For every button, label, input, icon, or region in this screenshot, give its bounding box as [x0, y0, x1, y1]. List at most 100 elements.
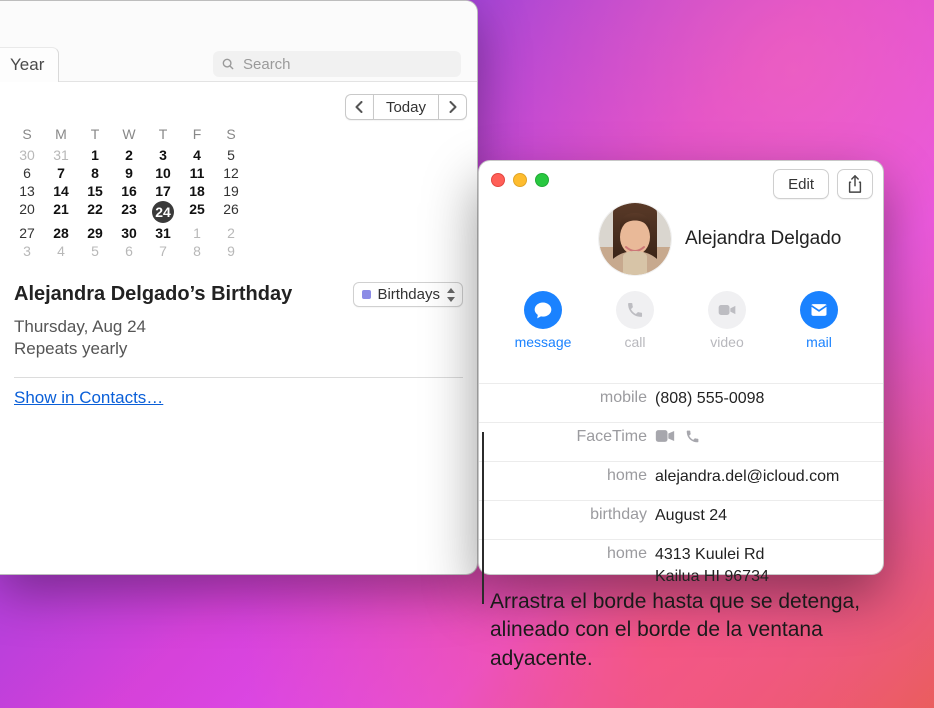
prev-month-button[interactable] — [345, 94, 373, 120]
facetime-audio-icon[interactable] — [685, 429, 700, 444]
view-tab-year[interactable]: Year — [0, 47, 59, 82]
calendar-day-cell[interactable]: 6 — [112, 242, 146, 260]
field-value: (808) 555-0098 — [655, 388, 883, 410]
calendar-day-cell[interactable]: 11 — [180, 164, 214, 182]
phone-icon — [626, 301, 644, 319]
field-label: mobile — [479, 388, 655, 407]
calendar-day-cell[interactable]: 1 — [180, 224, 214, 242]
field-mobile[interactable]: mobile (808) 555-0098 — [479, 383, 883, 422]
calendar-day-cell[interactable]: 14 — [44, 182, 78, 200]
calendar-day-cell[interactable]: 26 — [214, 200, 248, 224]
show-in-contacts-link[interactable]: Show in Contacts… — [14, 388, 163, 407]
event-details: Alejandra Delgado’s Birthday Birthdays T… — [10, 282, 467, 408]
search-icon — [221, 57, 235, 71]
share-button[interactable] — [837, 169, 873, 199]
calendar-day-cell[interactable]: 18 — [180, 182, 214, 200]
chevron-right-icon — [448, 101, 457, 113]
mini-month-grid[interactable]: SMTWTFS303112345678910111213141516171819… — [10, 124, 467, 260]
calendar-day-cell[interactable]: 19 — [214, 182, 248, 200]
event-date: Thursday, Aug 24 — [14, 317, 463, 337]
callout-leader-line — [482, 432, 484, 604]
field-label: home — [479, 544, 655, 563]
mail-icon — [809, 300, 829, 320]
calendar-day-cell[interactable]: 7 — [44, 164, 78, 182]
field-value: alejandra.del@icloud.com — [655, 466, 883, 488]
calendar-day-cell[interactable]: 8 — [180, 242, 214, 260]
calendar-day-cell[interactable]: 31 — [44, 146, 78, 164]
calendar-day-cell[interactable]: 12 — [214, 164, 248, 182]
calendar-day-cell[interactable]: 25 — [180, 200, 214, 224]
contact-details: mobile (808) 555-0098 FaceTime home alej… — [479, 383, 883, 591]
field-label: home — [479, 466, 655, 485]
calendar-day-cell[interactable]: 2 — [214, 224, 248, 242]
select-arrows-icon — [446, 288, 456, 302]
action-video[interactable]: video — [699, 291, 755, 350]
calendar-nav: Today — [10, 94, 467, 120]
field-value: 4313 Kuulei RdKailua HI 96734 — [655, 544, 883, 587]
calendar-day-cell[interactable]: 8 — [78, 164, 112, 182]
action-label: call — [624, 334, 645, 350]
calendar-day-cell[interactable]: 13 — [10, 182, 44, 200]
calendar-day-cell[interactable]: 31 — [146, 224, 180, 242]
day-of-week-header: M — [44, 124, 78, 146]
field-home-email[interactable]: home alejandra.del@icloud.com — [479, 461, 883, 500]
contact-name: Alejandra Delgado — [685, 228, 841, 250]
event-title: Alejandra Delgado’s Birthday — [14, 283, 292, 306]
day-of-week-header: S — [214, 124, 248, 146]
window-traffic-lights — [491, 173, 549, 187]
field-home-address[interactable]: home 4313 Kuulei RdKailua HI 96734 — [479, 539, 883, 591]
day-of-week-header: T — [146, 124, 180, 146]
calendar-day-cell[interactable]: 16 — [112, 182, 146, 200]
field-value: August 24 — [655, 505, 883, 527]
calendar-day-cell[interactable]: 6 — [10, 164, 44, 182]
calendar-day-cell[interactable]: 10 — [146, 164, 180, 182]
calendar-day-cell[interactable]: 20 — [10, 200, 44, 224]
calendar-day-cell[interactable]: 9 — [214, 242, 248, 260]
field-facetime[interactable]: FaceTime — [479, 422, 883, 461]
calendar-day-cell[interactable]: 5 — [78, 242, 112, 260]
action-message[interactable]: message — [515, 291, 571, 350]
calendar-day-cell[interactable]: 9 — [112, 164, 146, 182]
action-label: message — [515, 334, 572, 350]
edit-button[interactable]: Edit — [773, 169, 829, 199]
calendar-day-cell[interactable]: 24 — [146, 200, 180, 224]
field-birthday[interactable]: birthday August 24 — [479, 500, 883, 539]
close-window-button[interactable] — [491, 173, 505, 187]
day-of-week-header: F — [180, 124, 214, 146]
search-input[interactable] — [241, 55, 453, 74]
calendar-window: Year Today SMTWTFS3031123456789101112131… — [0, 0, 478, 575]
calendar-color-dot — [362, 290, 371, 299]
search-field[interactable] — [213, 51, 461, 77]
calendar-day-cell[interactable]: 2 — [112, 146, 146, 164]
calendar-day-cell[interactable]: 27 — [10, 224, 44, 242]
calendar-day-cell[interactable]: 22 — [78, 200, 112, 224]
calendar-day-cell[interactable]: 28 — [44, 224, 78, 242]
calendar-day-cell[interactable]: 21 — [44, 200, 78, 224]
message-icon — [533, 300, 553, 320]
facetime-video-icon[interactable] — [655, 429, 675, 443]
calendar-day-cell[interactable]: 1 — [78, 146, 112, 164]
divider — [14, 377, 463, 378]
action-label: mail — [806, 334, 832, 350]
minimize-window-button[interactable] — [513, 173, 527, 187]
zoom-window-button[interactable] — [535, 173, 549, 187]
calendar-day-cell[interactable]: 29 — [78, 224, 112, 242]
calendar-day-cell[interactable]: 17 — [146, 182, 180, 200]
calendar-day-cell[interactable]: 4 — [44, 242, 78, 260]
day-of-week-header: S — [10, 124, 44, 146]
calendar-day-cell[interactable]: 7 — [146, 242, 180, 260]
next-month-button[interactable] — [439, 94, 467, 120]
callout-text: Arrastra el borde hasta que se detenga, … — [490, 588, 900, 673]
calendar-day-cell[interactable]: 30 — [112, 224, 146, 242]
today-button[interactable]: Today — [373, 94, 439, 120]
event-calendar-select[interactable]: Birthdays — [353, 282, 463, 307]
calendar-day-cell[interactable]: 30 — [10, 146, 44, 164]
calendar-day-cell[interactable]: 23 — [112, 200, 146, 224]
calendar-day-cell[interactable]: 15 — [78, 182, 112, 200]
action-call[interactable]: call — [607, 291, 663, 350]
calendar-day-cell[interactable]: 3 — [10, 242, 44, 260]
calendar-day-cell[interactable]: 4 — [180, 146, 214, 164]
calendar-day-cell[interactable]: 3 — [146, 146, 180, 164]
calendar-day-cell[interactable]: 5 — [214, 146, 248, 164]
action-mail[interactable]: mail — [791, 291, 847, 350]
